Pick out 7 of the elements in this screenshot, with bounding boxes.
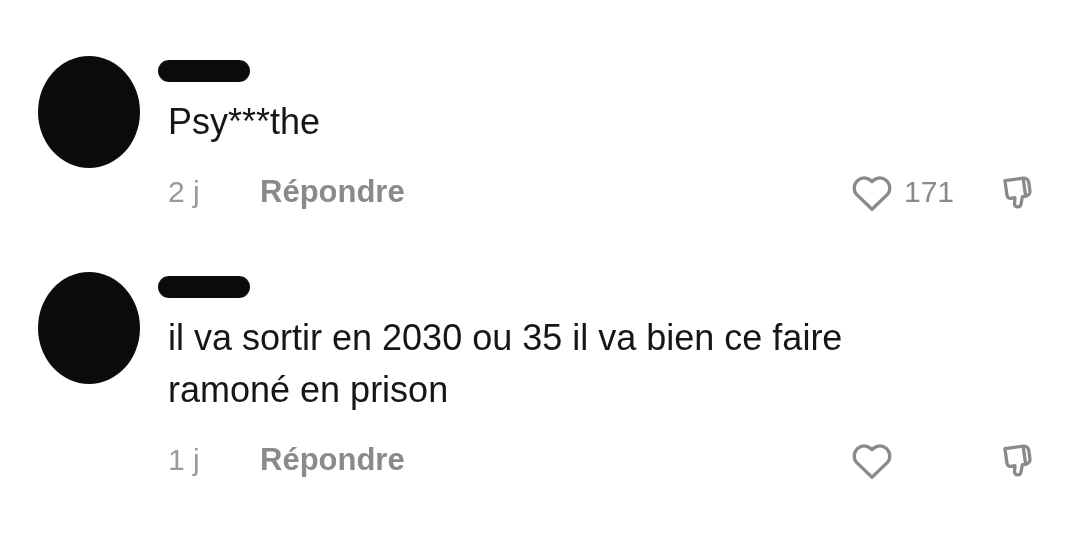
reply-link[interactable]: Répondre xyxy=(260,174,405,210)
reply-link[interactable]: Répondre xyxy=(260,442,405,478)
comment-text: Psy***the xyxy=(168,100,322,144)
comment-text: il va sortir en 2030 ou 35 il va bien ce faire ramoné en prison xyxy=(168,316,844,412)
comment-time: 2 j xyxy=(168,175,201,209)
comment-time: 1 j xyxy=(168,443,201,477)
like-count: 171 xyxy=(904,175,955,209)
